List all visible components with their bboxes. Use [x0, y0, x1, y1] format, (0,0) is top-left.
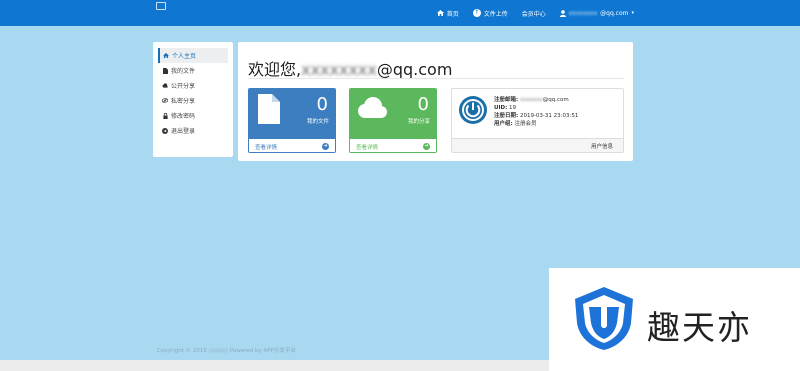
page-footer: Copyright © 2016 xxxxxx Powered by APP分发…: [157, 348, 296, 354]
shield-logo-icon: [571, 285, 637, 355]
uid-row: UID: 19: [494, 105, 517, 111]
caret-down-icon: ▾: [631, 10, 634, 16]
nav-upload[interactable]: ↑ 文件上传: [472, 9, 508, 18]
cloud-icon: [162, 83, 168, 89]
home-icon: [436, 10, 444, 16]
watermark-text: 趣天亦: [647, 308, 752, 347]
shares-count: 0: [417, 94, 429, 115]
upload-icon: ↑: [472, 9, 481, 17]
lock-icon: [162, 112, 168, 119]
sidebar-item-private-share[interactable]: 私密分享: [158, 93, 228, 108]
watermark: 趣天亦: [549, 268, 800, 371]
home-icon: [163, 53, 169, 59]
footer-blurred-site: xxxxxx: [208, 348, 229, 354]
exit-icon: [162, 127, 168, 134]
top-navbar: 首页 ↑ 文件上传 会员中心 xxxxxxxx @qq.com ▾: [0, 0, 800, 26]
register-date-row: 注册日期: 2019-03-31 23:03:51: [494, 113, 579, 119]
user-info-panel: 注册邮箱: xxxxxxx@qq.com UID: 19 注册日期: 2019-…: [451, 88, 624, 153]
shares-card-label: 我的分享: [407, 119, 430, 125]
nav-user-label: @qq.com: [600, 9, 629, 17]
nav-user-blurred: xxxxxxxx: [568, 9, 598, 17]
nav-home-label: 首页: [446, 10, 459, 18]
arrow-right-circle-icon: ➜: [322, 143, 329, 150]
shares-view-details-link[interactable]: 查看详情 ➜: [350, 139, 436, 152]
sidebar-item-label: 公开分享: [171, 83, 196, 90]
cloud-icon: [355, 97, 387, 123]
user-info-text: 注册邮箱: xxxxxxx@qq.com UID: 19 注册日期: 2019-…: [494, 96, 578, 128]
files-card: 0 我的文件 查看详情 ➜: [248, 88, 336, 153]
user-icon: [559, 9, 566, 17]
nav-links: 首页 ↑ 文件上传 会员中心 xxxxxxxx @qq.com ▾: [436, 0, 634, 26]
file-icon: [258, 94, 280, 128]
files-view-details-label: 查看详情: [255, 144, 278, 151]
page-title: 欢迎您,xxxxxxxx@qq.com: [248, 56, 452, 80]
sidebar-item-label: 我的文件: [171, 68, 196, 75]
sidebar-item-home[interactable]: 个人主页: [158, 48, 228, 63]
shares-card: 0 我的分享 查看详情 ➜: [349, 88, 437, 153]
sidebar-item-change-password[interactable]: 修改密码: [158, 108, 228, 123]
shares-card-header: 0 我的分享: [350, 89, 436, 139]
sidebar-item-label: 修改密码: [171, 113, 196, 120]
sidebar-item-label: 退出登录: [171, 128, 196, 135]
files-card-header: 0 我的文件: [249, 89, 335, 139]
power-icon: [458, 95, 488, 129]
eye-slash-icon: [162, 98, 168, 104]
sidebar-item-my-files[interactable]: 我的文件: [158, 63, 228, 78]
welcome-blurred-user: xxxxxxxx: [301, 60, 377, 79]
files-card-label: 我的文件: [306, 119, 329, 125]
welcome-suffix: @qq.com: [376, 60, 453, 79]
broken-logo-image[interactable]: [156, 2, 166, 10]
user-info-footer-label: 用户信息: [590, 143, 613, 150]
files-count: 0: [316, 94, 328, 115]
shares-view-details-label: 查看详情: [356, 144, 379, 151]
arrow-right-circle-icon: ➜: [423, 143, 430, 150]
sidebar-item-public-share[interactable]: 公开分享: [158, 78, 228, 93]
divider: [248, 78, 624, 79]
nav-home[interactable]: 首页: [436, 9, 459, 18]
file-icon: [162, 67, 168, 74]
sidebar-item-logout[interactable]: 退出登录: [158, 123, 228, 138]
email-row: 注册邮箱: xxxxxxx@qq.com: [494, 97, 569, 103]
welcome-prefix: 欢迎您,: [248, 60, 302, 79]
main-panel: 欢迎您,xxxxxxxx@qq.com 0 我的文件 查看详情 ➜ 0 我的分享…: [238, 42, 633, 161]
user-group-row: 用户组: 注册会员: [494, 121, 537, 127]
user-info-footer: 用户信息: [452, 138, 623, 152]
sidebar: 个人主页 我的文件 公开分享 私密分享 修改密码 退出登录: [153, 42, 233, 157]
nav-member-label: 会员中心: [521, 10, 546, 18]
email-blurred: xxxxxxx: [519, 97, 543, 103]
files-view-details-link[interactable]: 查看详情 ➜: [249, 139, 335, 152]
sidebar-item-label: 个人主页: [172, 53, 197, 60]
nav-member-center[interactable]: 会员中心: [522, 9, 546, 18]
sidebar-item-label: 私密分享: [171, 98, 196, 105]
nav-user-dropdown[interactable]: xxxxxxxx @qq.com ▾: [559, 9, 634, 17]
nav-upload-label: 文件上传: [483, 10, 508, 18]
